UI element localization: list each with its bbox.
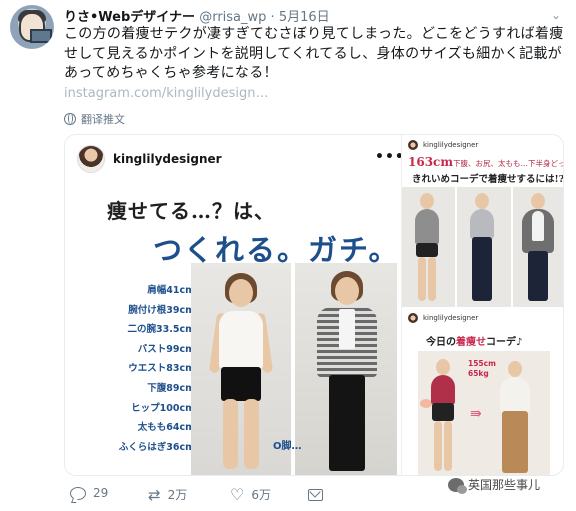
person-leg xyxy=(428,257,436,301)
reply-button[interactable]: 29 xyxy=(70,486,108,500)
measurement-item: 肩幅41cm xyxy=(147,285,195,296)
collage-height-desc: 下腹、お尻、太もも…下半身どっしりママ xyxy=(453,159,563,168)
photo-dressed xyxy=(295,263,397,475)
person-leg xyxy=(444,421,452,471)
person-red-top xyxy=(431,375,455,405)
reply-icon xyxy=(70,486,86,500)
person-leg xyxy=(434,421,442,471)
user-avatar[interactable] xyxy=(10,5,54,49)
direct-message-button[interactable] xyxy=(308,489,323,501)
person-head xyxy=(420,193,434,209)
heart-icon: ♡ xyxy=(230,484,245,504)
collage-height: 163cm xyxy=(408,155,454,169)
collage-username-top: kinglilydesigner xyxy=(423,141,479,149)
measurement-item: 太もも64cm xyxy=(137,422,195,434)
wechat-icon xyxy=(448,477,467,494)
person-head xyxy=(229,279,253,307)
collage-panel xyxy=(512,187,563,307)
collage-height-line: 163cm下腹、お尻、太もも…下半身どっしりママ xyxy=(408,155,563,169)
tag-weight: 65kg xyxy=(468,369,489,378)
collage-outfit-photo: 155cm 65kg ⇛ xyxy=(418,351,550,475)
person-white-cardigan xyxy=(500,377,530,413)
measurement-item: ヒップ100cm xyxy=(131,402,195,414)
header-separator: · xyxy=(270,10,275,25)
person-head xyxy=(508,361,522,377)
tweet-text: この方の着痩せテクが凄すぎてむさぼり見てしまった。どこをどうすれば着痩せして見え… xyxy=(64,26,564,81)
mini-avatar xyxy=(408,313,418,323)
person-black-shorts xyxy=(221,367,261,401)
person-black-pants xyxy=(329,375,365,471)
instagram-avatar xyxy=(77,145,105,173)
measurement-item: 腕付け根39cm xyxy=(128,304,195,316)
person-pants xyxy=(472,237,493,301)
display-name[interactable]: りさ•Webデザイナー xyxy=(64,10,195,25)
collage-panel xyxy=(457,187,511,307)
arrow-icon: ⇛ xyxy=(470,406,482,422)
collage-panel xyxy=(402,187,456,307)
translate-label: 翻译推文 xyxy=(81,113,125,126)
globe-icon xyxy=(64,113,76,125)
person-top xyxy=(470,209,495,239)
instagram-post-left: kinglilydesigner ••• 痩せてる…？は、 つくれる。ガチ。 肩… xyxy=(65,135,404,475)
person-head xyxy=(475,193,490,209)
collage-header-top: kinglilydesigner xyxy=(408,140,478,150)
collage-subheadline: 今日の着痩せコーデ♪ xyxy=(426,333,522,348)
person-leg xyxy=(418,257,426,301)
chevron-down-icon[interactable]: ⌄ xyxy=(548,7,564,23)
person-leg xyxy=(223,399,238,469)
direct-message-icon xyxy=(308,489,323,501)
measurement-list: 肩幅41cm 腕付け根39cm 二の腕33.5cm バスト99cm ウエスト83… xyxy=(89,281,199,457)
collage-headline: きれいめコーデで着痩せするには!? xyxy=(412,174,564,185)
person-head xyxy=(530,193,545,209)
collage-sub-pre: 今日の xyxy=(426,337,456,348)
person-head xyxy=(436,359,450,375)
measurement-item: ウエスト83cm xyxy=(128,363,195,375)
username[interactable]: @rrisa_wp xyxy=(199,10,266,25)
like-count: 6万 xyxy=(251,488,271,502)
collage-panels xyxy=(402,187,563,307)
watermark-text: 英国那些事儿 xyxy=(468,478,541,492)
collage-username-mid: kinglilydesigner xyxy=(423,314,479,322)
reply-count: 29 xyxy=(93,486,109,500)
legs-label: O脚… xyxy=(273,441,302,452)
avatar-laptop xyxy=(30,29,52,43)
mini-avatar xyxy=(408,140,418,150)
watermark: 英国那些事儿 xyxy=(448,476,541,494)
person-wide-pants xyxy=(502,411,528,473)
retweet-button[interactable]: ⇄ 2万 xyxy=(148,486,187,503)
collage-sub-post: コーデ♪ xyxy=(486,337,523,348)
person-leg xyxy=(244,399,259,469)
measurement-item: 下腹89cm xyxy=(147,382,195,394)
like-button[interactable]: ♡ 6万 xyxy=(230,486,271,503)
tweet-header: りさ•Webデザイナー @rrisa_wp · 5月16日 xyxy=(64,6,330,25)
retweet-icon: ⇄ xyxy=(148,485,161,504)
measurement-item: 二の腕33.5cm xyxy=(127,324,195,336)
person-shorts xyxy=(432,403,454,421)
collage-header-mid: kinglilydesigner xyxy=(408,313,478,323)
tag-height: 155cm xyxy=(468,359,496,368)
translate-tweet-button[interactable]: 翻译推文 xyxy=(64,111,125,127)
person-shorts xyxy=(416,243,438,257)
measurement-item: バスト99cm xyxy=(137,343,195,355)
person-pants xyxy=(527,251,548,301)
tweet-link[interactable]: instagram.com/kinglilydesign… xyxy=(64,86,268,101)
instagram-username: kinglilydesigner xyxy=(113,152,222,166)
measurement-item: ふくらはぎ36cm xyxy=(118,441,195,453)
tweet-date[interactable]: 5月16日 xyxy=(279,10,330,25)
instagram-collage-right: kinglilydesigner 163cm下腹、お尻、太もも…下半身どっしりマ… xyxy=(401,135,564,475)
tweet-media-image[interactable]: kinglilydesigner ••• 痩せてる…？は、 つくれる。ガチ。 肩… xyxy=(64,134,564,476)
person-top xyxy=(415,209,439,245)
person-inner-top xyxy=(531,211,544,241)
person-white-top xyxy=(219,311,263,369)
person-head xyxy=(335,277,359,305)
size-tag: 155cm 65kg xyxy=(468,359,496,379)
person-inner-top xyxy=(339,309,355,349)
collage-sub-red: 着痩せ xyxy=(456,337,486,348)
retweet-count: 2万 xyxy=(167,488,188,502)
headline-question: 痩せてる…？は、 xyxy=(107,199,275,223)
